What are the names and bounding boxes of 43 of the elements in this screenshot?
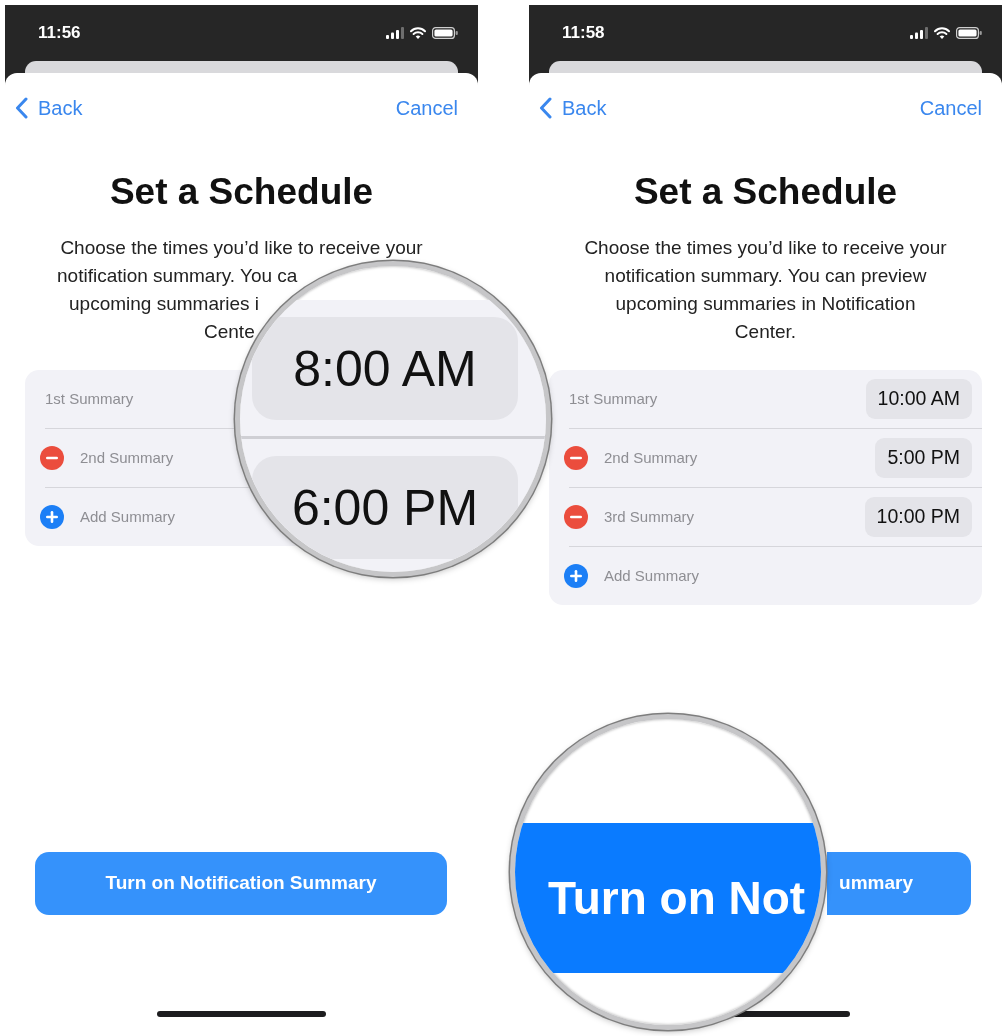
summary-label[interactable]: Add Summary — [604, 567, 700, 585]
minus-circle-icon[interactable] — [40, 446, 64, 470]
summary-label: 3rd Summary — [604, 508, 695, 526]
chevron-icon — [15, 97, 28, 119]
cancel-button[interactable]: Cancel — [395, 96, 458, 120]
zoomed-button[interactable]: Turn on Not — [515, 823, 821, 973]
summary-label: 2nd Summary — [80, 449, 174, 467]
wifi-icon — [934, 27, 950, 39]
turn-on-button[interactable]: Turn on Notification Summary — [35, 852, 447, 915]
description-line: upcoming summaries i — [69, 292, 260, 316]
minus-circle-icon[interactable] — [564, 446, 588, 470]
description-line: notification summary. You can preview — [604, 264, 927, 288]
battery-icon — [432, 27, 458, 39]
status-time: 11:56 — [38, 23, 81, 43]
description-line: Choose the times you’d like to receive your — [60, 236, 423, 260]
description-line: Cente — [204, 320, 255, 344]
back-button[interactable]: Back — [15, 96, 83, 120]
summary-label: 2nd Summary — [604, 449, 698, 467]
description-line: Choose the times you’d like to receive your — [584, 236, 947, 260]
status-time: 11:58 — [562, 23, 605, 43]
turn-on-button[interactable]: ummary — [827, 852, 971, 915]
back-button[interactable]: Back — [539, 96, 607, 120]
plus-circle-icon[interactable] — [40, 505, 64, 529]
wifi-icon — [410, 27, 426, 39]
signal-icon — [386, 27, 404, 39]
summary-label[interactable]: Add Summary — [80, 508, 176, 526]
description-line: Center. — [734, 320, 797, 344]
zoomed-time-button[interactable]: 6:00 PM — [252, 456, 518, 559]
battery-icon — [956, 27, 982, 39]
time-button[interactable]: 5:00 PM — [875, 438, 972, 478]
cancel-button[interactable]: Cancel — [919, 96, 982, 120]
description-line: upcoming summaries in Notification — [615, 292, 916, 316]
minus-circle-icon[interactable] — [564, 505, 588, 529]
time-button[interactable]: 10:00 PM — [864, 497, 972, 537]
signal-icon — [910, 27, 928, 39]
page-title: Set a Schedule — [108, 170, 375, 214]
summary-label: 1st Summary — [569, 390, 658, 408]
plus-circle-icon[interactable] — [564, 564, 588, 588]
description-line: notification summary. You ca — [57, 264, 298, 288]
page-title: Set a Schedule — [632, 170, 899, 214]
summary-label: 1st Summary — [45, 390, 134, 408]
time-button[interactable]: 10:00 AM — [865, 379, 972, 419]
chevron-icon — [539, 97, 552, 119]
